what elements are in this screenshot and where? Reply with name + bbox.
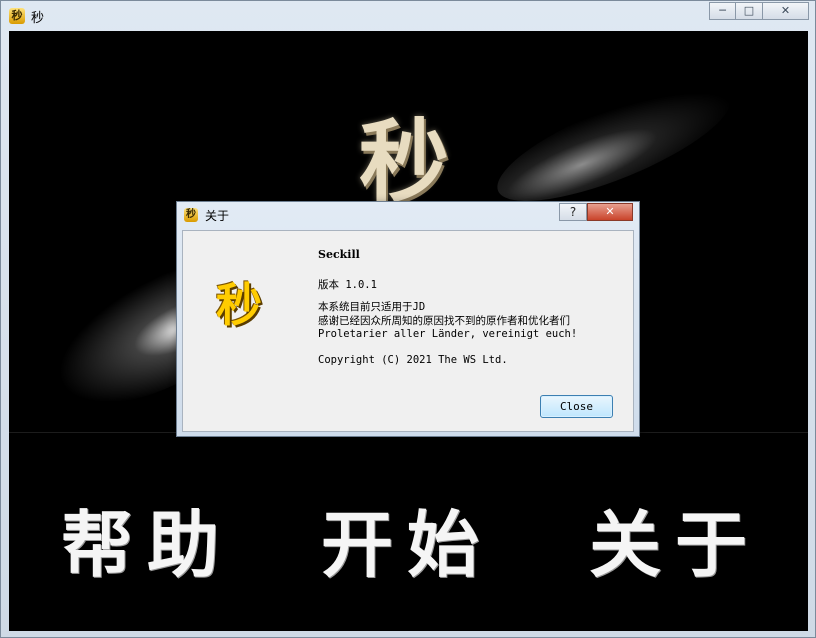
description-line: Proletarier aller Länder, vereinigt euch… [318,328,578,340]
close-button[interactable]: ✕ [763,2,809,20]
version-text: 版本 1.0.1 [318,279,377,291]
light-streak-decoration [484,64,744,224]
dialog-app-icon: 秒 [184,208,198,222]
dialog-body: 秒 Seckill 版本 1.0.1 本系统目前只适用于JD 感谢已经因众所周知… [182,230,634,432]
description-line: 感谢已经因众所周知的原因找不到的原作者和优化者们 [318,315,570,327]
help-button[interactable]: 帮助 [61,486,233,591]
start-button[interactable]: 开始 [321,486,493,591]
about-logo-icon: 秒 [216,278,262,332]
dialog-close-icon-button[interactable]: ✕ [587,203,633,221]
app-name: Seckill [318,248,360,261]
main-titlebar[interactable]: 秒 秒 ─ □ ✕ [1,1,815,31]
help-icon-button[interactable]: ? [559,203,587,221]
minimize-button[interactable]: ─ [709,2,736,20]
window-title: 秒 [31,11,45,26]
description-line: 本系统目前只适用于JD [318,301,426,313]
dialog-title: 关于 [205,209,230,223]
copyright-text: Copyright (C) 2021 The WS Ltd. [318,354,508,366]
app-icon: 秒 [9,8,25,24]
about-dialog: 秒 关于 ? ✕ 秒 Seckill 版本 1.0.1 本系统目前只适用于JD … [176,201,640,437]
caption-buttons: ─ □ ✕ [709,2,809,20]
logo-calligraphy: 秒 [359,109,449,215]
maximize-button[interactable]: □ [736,2,763,20]
close-button[interactable]: Close [540,395,613,418]
about-button[interactable]: 关于 [589,486,761,591]
